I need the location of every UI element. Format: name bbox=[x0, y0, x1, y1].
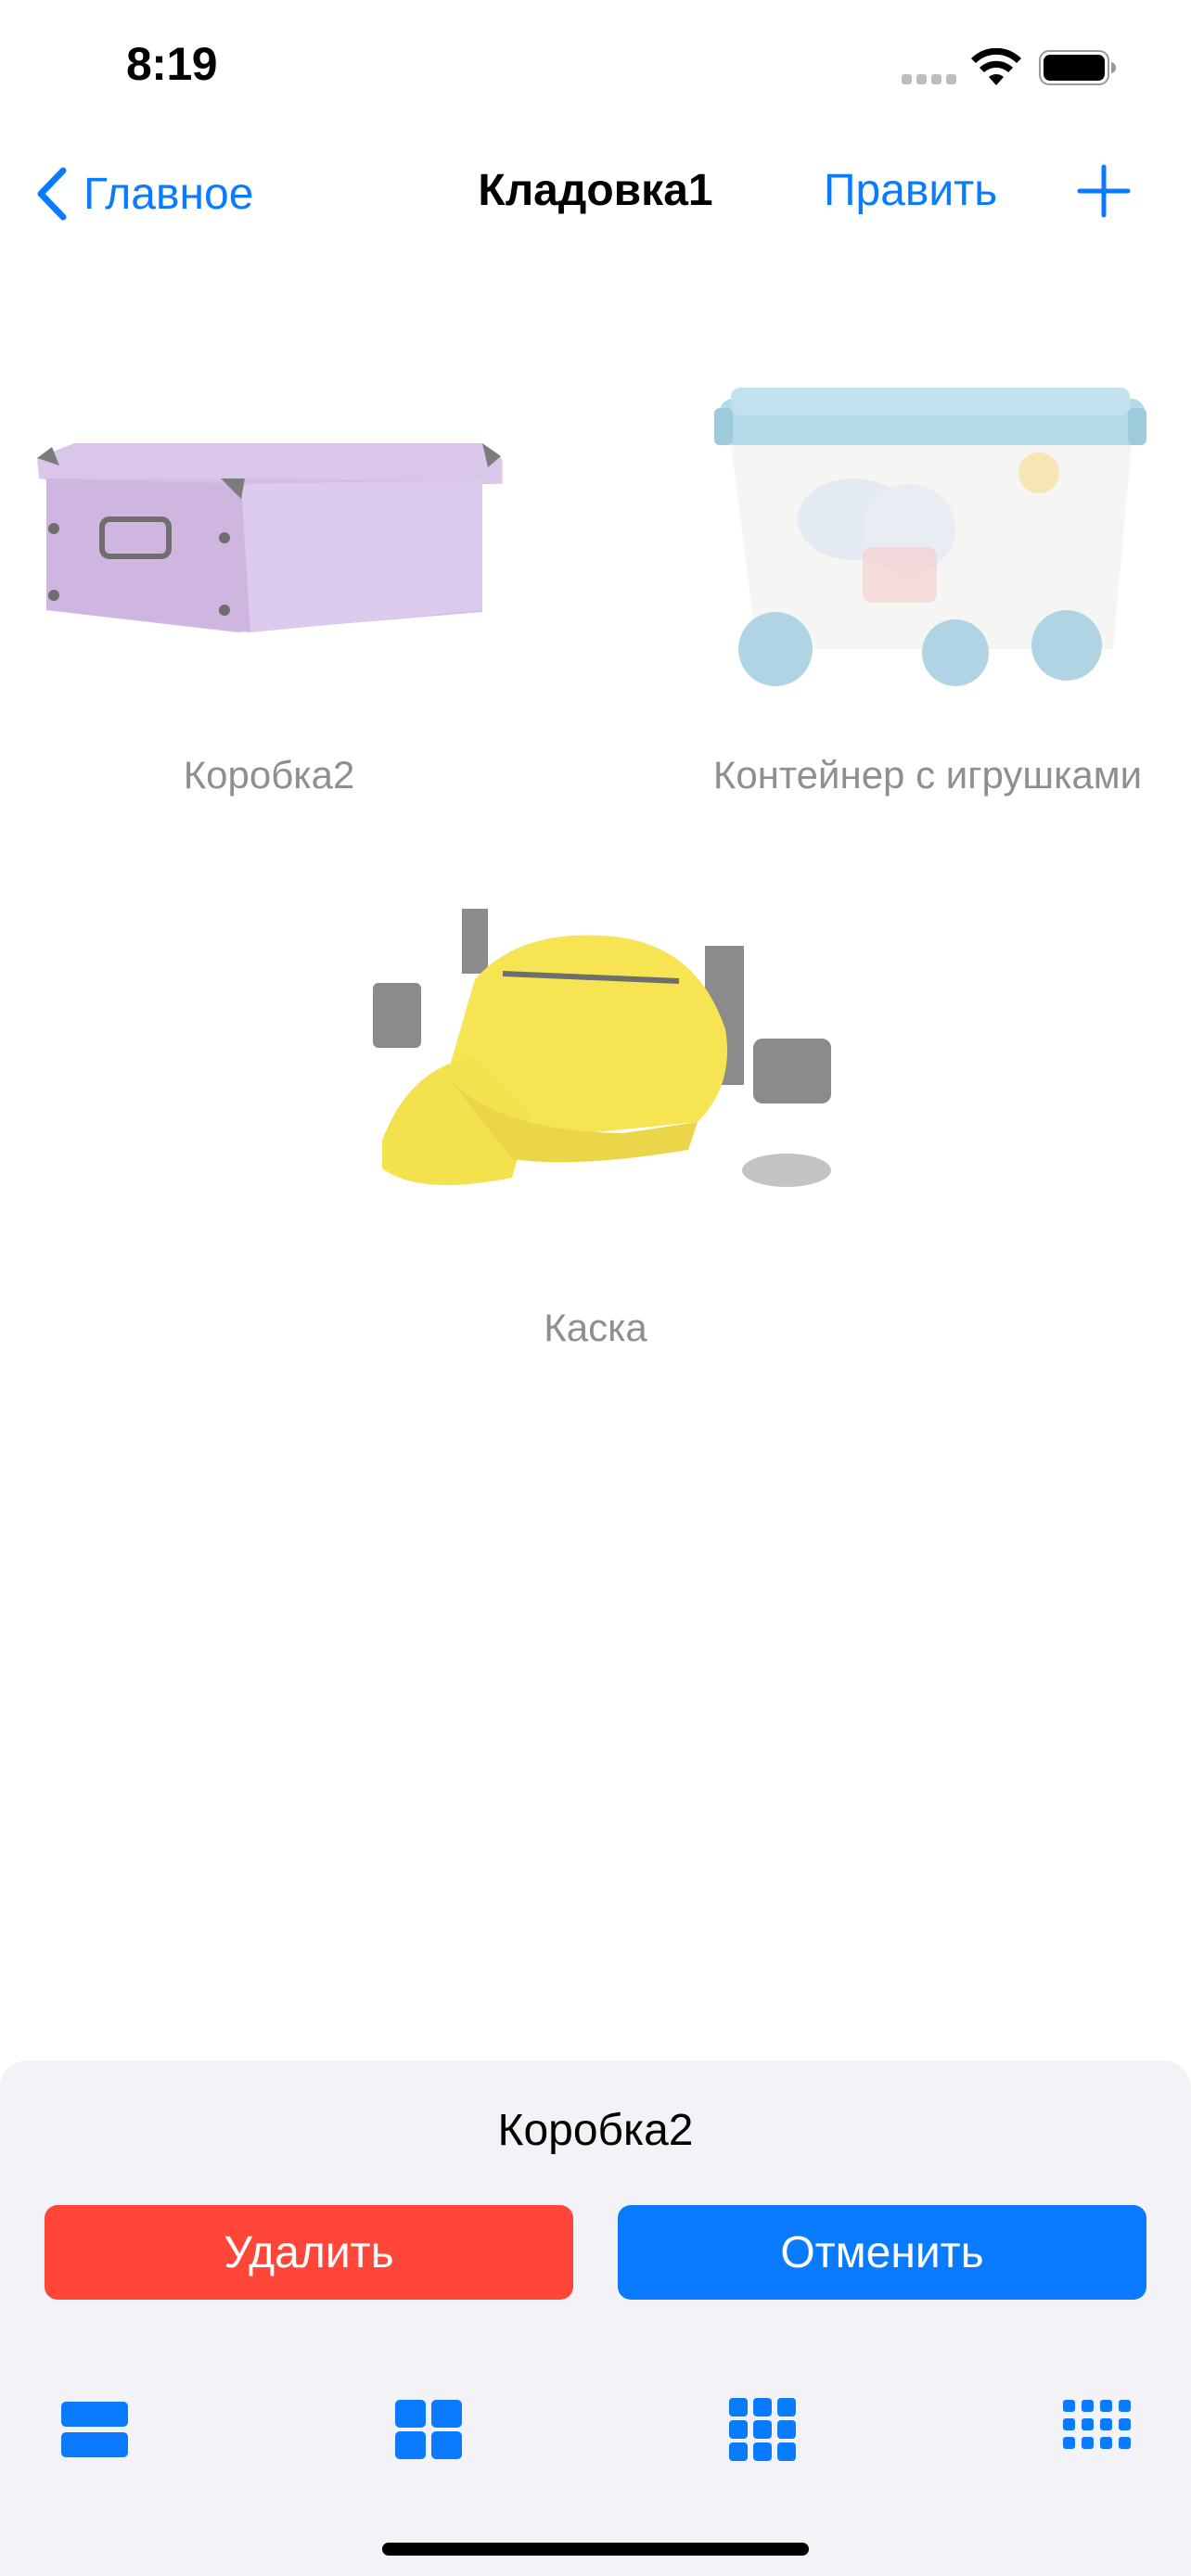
grid-item-helmet[interactable]: Каска bbox=[345, 890, 846, 1354]
edit-button[interactable]: Править bbox=[824, 165, 997, 216]
grid-item-label: Каска bbox=[544, 1306, 647, 1349]
grid-item-label: Коробка2 bbox=[183, 753, 355, 797]
grid-item-label: Контейнер с игрушками bbox=[712, 753, 1143, 797]
grid-item-toy-container[interactable]: Контейнер с игрушками bbox=[677, 352, 1178, 816]
battery-icon bbox=[1039, 50, 1116, 85]
page-title: Кладовка1 bbox=[478, 166, 713, 215]
cellular-signal-icon bbox=[902, 74, 957, 85]
layout-2-columns-icon[interactable] bbox=[391, 2392, 466, 2467]
home-indicator[interactable] bbox=[382, 2543, 809, 2556]
box-image bbox=[37, 443, 503, 632]
toy-container-image bbox=[714, 388, 1146, 686]
layout-3-columns-icon[interactable] bbox=[725, 2392, 800, 2467]
layout-1-column-icon[interactable] bbox=[58, 2392, 132, 2467]
grid-item-box[interactable]: Коробка2 bbox=[19, 352, 519, 816]
status-time: 8:19 bbox=[126, 38, 218, 90]
plus-icon[interactable] bbox=[1076, 163, 1132, 219]
helmet-image bbox=[373, 909, 831, 1187]
navigation-bar: Главное Кладовка1 Править bbox=[0, 139, 1191, 247]
wifi-icon bbox=[971, 48, 1021, 85]
sheet-title: Коробка2 bbox=[497, 2106, 694, 2155]
layout-4-columns-icon[interactable] bbox=[1059, 2392, 1133, 2467]
action-sheet: Коробка2 Удалить Отменить bbox=[0, 2060, 1191, 2576]
cancel-button[interactable]: Отменить bbox=[618, 2205, 1146, 2300]
status-bar: 8:19 bbox=[0, 0, 1191, 130]
delete-button[interactable]: Удалить bbox=[45, 2205, 573, 2300]
